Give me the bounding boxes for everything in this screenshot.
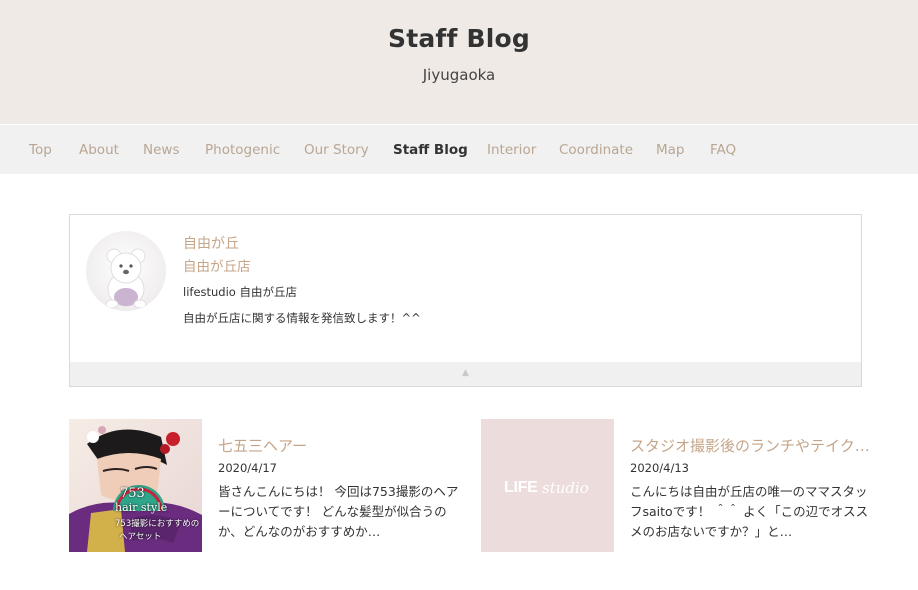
nav-item-top[interactable]: Top — [29, 142, 52, 158]
nav-item-news[interactable]: News — [143, 142, 179, 158]
profile-collapse-button[interactable]: ▲ — [70, 362, 861, 386]
post-excerpt: こんにちは自由が丘店の唯一のママスタッフsaitoです！ ＾＾ よく「この辺でオ… — [630, 484, 869, 539]
author-studio: lifestudio 自由が丘店 — [183, 285, 297, 299]
post-excerpt: 皆さんこんにちは！ 今回は753撮影のヘアーについてです！ どんな髪型が似合うの… — [218, 484, 459, 539]
thumb-caption-title: hair style — [115, 501, 168, 514]
post-thumbnail[interactable]: 753 hair style 753撮影におすすめの ヘアセット — [69, 419, 202, 552]
post-date: 2020/4/17 — [218, 461, 277, 475]
blog-post-card[interactable]: LIFE studio スタジオ撮影後のランチやテイクアウト 2020/4/13… — [481, 419, 881, 552]
author-description: 自由が丘店に関する情報を発信致します！^^ — [183, 311, 421, 325]
post-date: 2020/4/13 — [630, 461, 689, 475]
nav-item-map[interactable]: Map — [656, 142, 685, 158]
nav-item-about[interactable]: About — [79, 142, 119, 158]
triangle-up-icon: ▲ — [462, 368, 469, 378]
author-shop[interactable]: 自由が丘店 — [183, 255, 251, 275]
page-subtitle: Jiyugaoka — [422, 66, 496, 84]
thumb-caption-sub2: ヘアセット — [119, 532, 162, 542]
nav-item-interior[interactable]: Interior — [487, 142, 536, 158]
nav-item-faq[interactable]: FAQ — [710, 142, 736, 158]
post-title[interactable]: スタジオ撮影後のランチやテイクアウト — [630, 435, 873, 456]
author-name[interactable]: 自由が丘 — [183, 233, 239, 253]
blog-post-card[interactable]: 753 hair style 753撮影におすすめの ヘアセット 七五三ヘアー … — [69, 419, 469, 552]
thumb-caption-number: 753 — [120, 486, 145, 501]
page-title: Staff Blog — [388, 24, 530, 53]
post-thumbnail[interactable]: LIFE studio — [481, 419, 614, 552]
main-nav: Top About News Photogenic Our Story Staf… — [0, 124, 918, 174]
author-profile-card: 自由が丘 自由が丘店 lifestudio 自由が丘店 自由が丘店に関する情報を… — [69, 214, 862, 387]
avatar — [86, 231, 166, 311]
teddy-bear-icon — [105, 248, 147, 309]
lifestudio-logo-script: studio — [542, 479, 589, 497]
nav-item-coordinate[interactable]: Coordinate — [559, 142, 633, 158]
nav-item-staff-blog[interactable]: Staff Blog — [393, 142, 468, 158]
nav-item-our-story[interactable]: Our Story — [304, 142, 369, 158]
thumb-caption-sub: 753撮影におすすめの — [115, 519, 200, 529]
nav-item-photogenic[interactable]: Photogenic — [205, 142, 280, 158]
lifestudio-logo-main: LIFE — [504, 479, 538, 496]
page-header: Staff Blog Jiyugaoka — [0, 0, 918, 124]
post-title[interactable]: 七五三ヘアー — [218, 435, 461, 456]
